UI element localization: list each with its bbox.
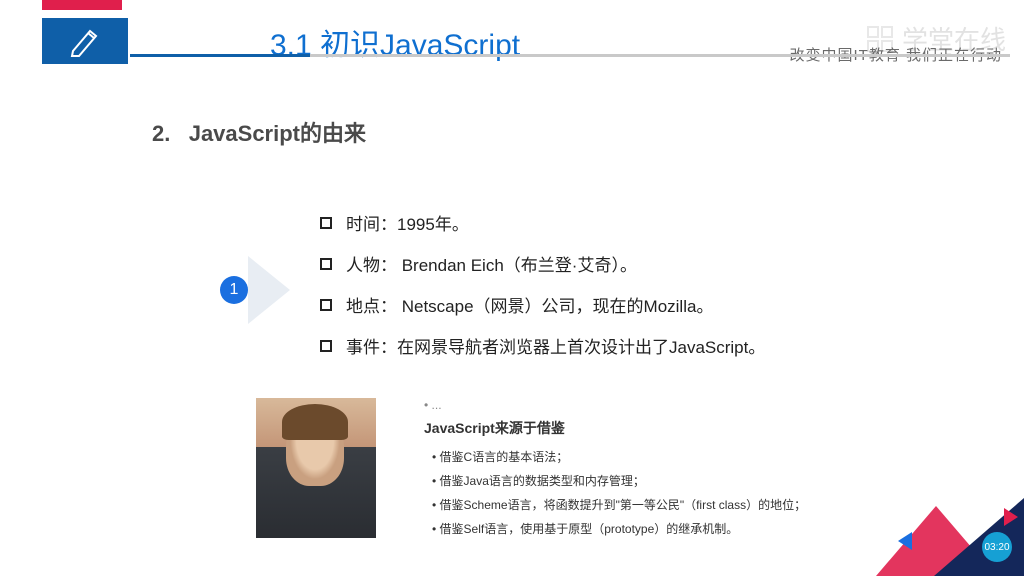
prev-slide-button[interactable] — [898, 532, 912, 550]
section-number: 2. — [152, 121, 170, 146]
list-item: 时间：1995年。 — [320, 210, 920, 235]
step-number: 1 — [230, 281, 239, 299]
portrait-image — [256, 398, 376, 538]
slide-title: 3.1 初识JavaScript — [270, 20, 520, 64]
reference-card: • ... JavaScript来源于借鉴 借鉴C语言的基本语法； 借鉴Java… — [424, 398, 844, 544]
bullet-text: 人物： Brendan Eich（布兰登·艾奇）。 — [346, 251, 637, 276]
pencil-icon — [68, 25, 102, 57]
section-heading: 2. JavaScript的由来 — [152, 116, 366, 148]
list-item: 事件：在网景导航者浏览器上首次设计出了JavaScript。 — [320, 333, 920, 358]
card-item: 借鉴Self语言，使用基于原型（prototype）的继承机制。 — [424, 520, 844, 537]
list-item: 地点： Netscape（网景）公司，现在的Mozilla。 — [320, 292, 920, 317]
triangle-red-icon — [876, 506, 996, 576]
slide-header: 3.1 初识JavaScript 学堂在线 改变中国IT教育 我们正在行动 — [0, 12, 1024, 68]
pencil-badge — [42, 18, 128, 64]
card-item: 借鉴Java语言的数据类型和内存管理； — [424, 472, 844, 489]
title-underline — [130, 54, 1010, 57]
card-item: 借鉴Scheme语言，将函数提升到"第一等公民"（first class）的地位… — [424, 496, 844, 513]
card-item: 借鉴C语言的基本语法； — [424, 448, 844, 465]
section-title: JavaScript的由来 — [189, 121, 366, 146]
timestamp-badge: 03:20 — [982, 532, 1012, 562]
lower-content: • ... JavaScript来源于借鉴 借鉴C语言的基本语法； 借鉴Java… — [256, 398, 844, 544]
card-dots: • ... — [424, 398, 844, 412]
step-number-badge: 1 — [220, 276, 248, 304]
bullet-text: 事件：在网景导航者浏览器上首次设计出了JavaScript。 — [346, 333, 765, 358]
square-bullet-icon — [320, 299, 332, 311]
bullet-text: 地点： Netscape（网景）公司，现在的Mozilla。 — [346, 292, 713, 317]
square-bullet-icon — [320, 258, 332, 270]
card-title: JavaScript来源于借鉴 — [424, 418, 844, 438]
square-bullet-icon — [320, 340, 332, 352]
top-accent-bar — [42, 0, 122, 10]
bullet-text: 时间：1995年。 — [346, 210, 469, 235]
next-slide-button[interactable] — [1004, 508, 1018, 526]
timestamp-text: 03:20 — [984, 542, 1009, 553]
corner-decoration — [884, 476, 1024, 576]
bullet-list: 时间：1995年。 人物： Brendan Eich（布兰登·艾奇）。 地点： … — [320, 210, 920, 374]
square-bullet-icon — [320, 217, 332, 229]
chevron-right-icon — [248, 256, 290, 324]
list-item: 人物： Brendan Eich（布兰登·艾奇）。 — [320, 251, 920, 276]
